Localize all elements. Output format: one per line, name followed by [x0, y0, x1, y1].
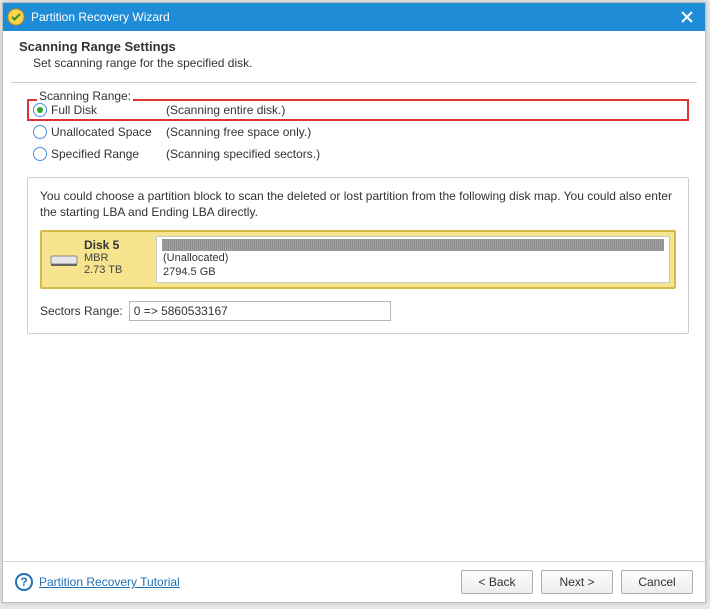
- disk-map-description: You could choose a partition block to sc…: [40, 188, 676, 220]
- option-full-disk-label: Full Disk: [51, 103, 166, 117]
- option-unallocated-space-hint: (Scanning free space only.): [166, 125, 311, 139]
- radio-full-disk[interactable]: [33, 103, 47, 117]
- wizard-footer: ? Partition Recovery Tutorial < Back Nex…: [3, 561, 705, 602]
- next-button[interactable]: Next >: [541, 570, 613, 594]
- radio-unallocated-space[interactable]: [33, 125, 47, 139]
- sectors-range-input[interactable]: [129, 301, 391, 321]
- disk-text: Disk 5 MBR 2.73 TB: [84, 238, 122, 280]
- partition-bar: [163, 240, 663, 250]
- option-specified-range-hint: (Scanning specified sectors.): [166, 147, 320, 161]
- disk-info: Disk 5 MBR 2.73 TB: [46, 236, 150, 282]
- help-link-group: ? Partition Recovery Tutorial: [15, 573, 180, 591]
- wizard-body: Scanning Range: Full Disk (Scanning enti…: [3, 83, 705, 561]
- page-header: Scanning Range Settings Set scanning ran…: [3, 31, 705, 82]
- partition-label: (Unallocated): [163, 252, 663, 265]
- hard-drive-icon: [50, 238, 78, 280]
- option-specified-range[interactable]: Specified Range (Scanning specified sect…: [27, 143, 689, 165]
- page-title: Scanning Range Settings: [19, 39, 693, 54]
- sectors-range-row: Sectors Range:: [40, 301, 676, 321]
- scanning-range-options: Full Disk (Scanning entire disk.) Unallo…: [27, 99, 689, 165]
- close-button[interactable]: [673, 3, 701, 31]
- option-specified-range-label: Specified Range: [51, 147, 166, 161]
- close-icon: [681, 11, 693, 23]
- disk-size: 2.73 TB: [84, 264, 122, 276]
- help-icon: ?: [15, 573, 33, 591]
- page-subtitle: Set scanning range for the specified dis…: [19, 56, 693, 70]
- sectors-range-label: Sectors Range:: [40, 304, 123, 318]
- disk-scheme: MBR: [84, 252, 122, 264]
- partition-size: 2794.5 GB: [163, 266, 663, 279]
- tutorial-link[interactable]: Partition Recovery Tutorial: [39, 575, 180, 589]
- disk-name: Disk 5: [84, 238, 122, 252]
- option-unallocated-space-label: Unallocated Space: [51, 125, 166, 139]
- option-full-disk-hint: (Scanning entire disk.): [166, 103, 285, 117]
- titlebar: Partition Recovery Wizard: [3, 3, 705, 31]
- scanning-range-group: Scanning Range: Full Disk (Scanning enti…: [27, 89, 689, 334]
- radio-specified-range[interactable]: [33, 147, 47, 161]
- disk-map-panel: You could choose a partition block to sc…: [27, 177, 689, 334]
- wizard-window: Partition Recovery Wizard Scanning Range…: [2, 2, 706, 603]
- svg-text:?: ?: [20, 575, 27, 589]
- disk-row[interactable]: Disk 5 MBR 2.73 TB (Unallocated) 2794.5 …: [40, 230, 676, 288]
- scanning-range-legend: Scanning Range:: [37, 89, 133, 103]
- partition-block[interactable]: (Unallocated) 2794.5 GB: [156, 236, 670, 282]
- back-button[interactable]: < Back: [461, 570, 533, 594]
- option-unallocated-space[interactable]: Unallocated Space (Scanning free space o…: [27, 121, 689, 143]
- window-title: Partition Recovery Wizard: [31, 10, 170, 24]
- cancel-button[interactable]: Cancel: [621, 570, 693, 594]
- app-icon: [7, 8, 25, 26]
